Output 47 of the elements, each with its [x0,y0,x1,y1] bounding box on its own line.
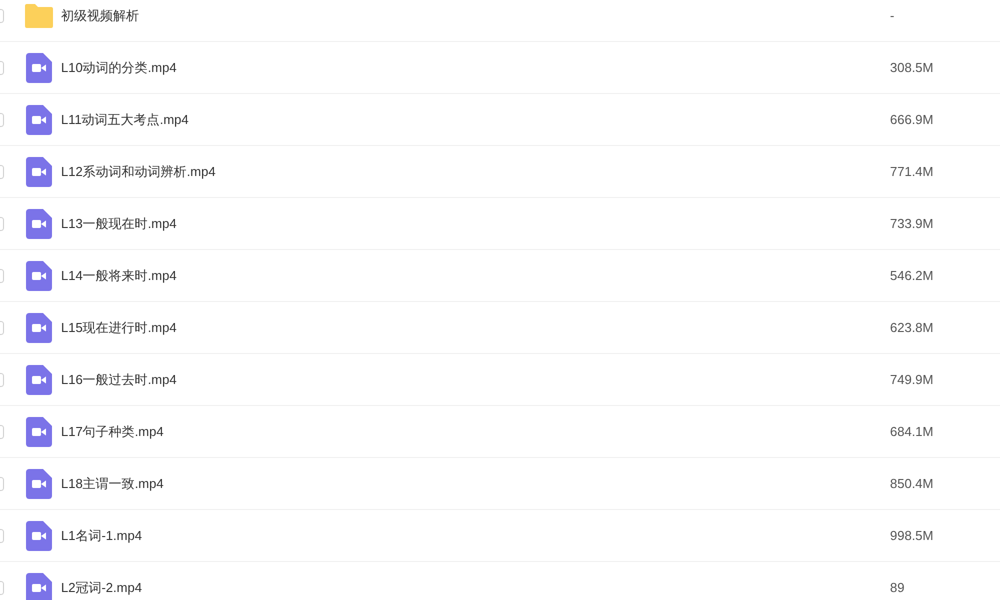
file-name[interactable]: L13一般现在时.mp4 [61,214,177,234]
file-size: 623.8M [890,318,934,337]
video-file-icon [26,416,52,446]
video-file-icon [26,104,52,134]
checkbox[interactable] [0,8,4,22]
video-file-icon [26,260,52,290]
video-file-icon [26,364,52,394]
file-size: 89 [890,578,906,597]
file-size: 850.4M [890,474,934,493]
folder-icon [24,2,54,28]
checkbox[interactable] [0,528,4,542]
file-name[interactable]: L1名词-1.mp4 [61,526,142,546]
file-name[interactable]: L2冠词-2.mp4 [61,578,142,598]
checkbox[interactable] [0,320,4,334]
checkbox[interactable] [0,216,4,230]
file-name[interactable]: 初级视频解析 [61,6,139,26]
checkbox[interactable] [0,112,4,126]
file-name[interactable]: L11动词五大考点.mp4 [61,110,189,130]
file-size: 998.5M [890,526,934,545]
file-size: 733.9M [890,214,934,233]
file-size: 771.4M [890,162,934,181]
checkbox[interactable] [0,424,4,438]
file-name[interactable]: L18主谓一致.mp4 [61,474,164,494]
video-file-icon [26,52,52,82]
file-size: 308.5M [890,58,934,77]
video-file-icon [26,208,52,238]
file-size: - [890,6,896,25]
file-name[interactable]: L12系动词和动词辨析.mp4 [61,162,216,182]
video-file-icon [26,312,52,342]
checkbox[interactable] [0,164,4,178]
video-file-icon [26,468,52,498]
file-size: 546.2M [890,266,934,285]
checkbox[interactable] [0,372,4,386]
video-file-icon [26,156,52,186]
video-file-icon [26,520,52,550]
file-name[interactable]: L15现在进行时.mp4 [61,318,177,338]
file-name[interactable]: L16一般过去时.mp4 [61,370,177,390]
file-name[interactable]: L17句子种类.mp4 [61,422,164,442]
checkbox[interactable] [0,476,4,490]
checkbox[interactable] [0,60,4,74]
checkbox[interactable] [0,580,4,594]
file-size: 666.9M [890,110,934,129]
file-size: 749.9M [890,370,934,389]
file-size: 684.1M [890,422,934,441]
file-name[interactable]: L14一般将来时.mp4 [61,266,177,286]
checkbox[interactable] [0,268,4,282]
file-name[interactable]: L10动词的分类.mp4 [61,58,177,78]
